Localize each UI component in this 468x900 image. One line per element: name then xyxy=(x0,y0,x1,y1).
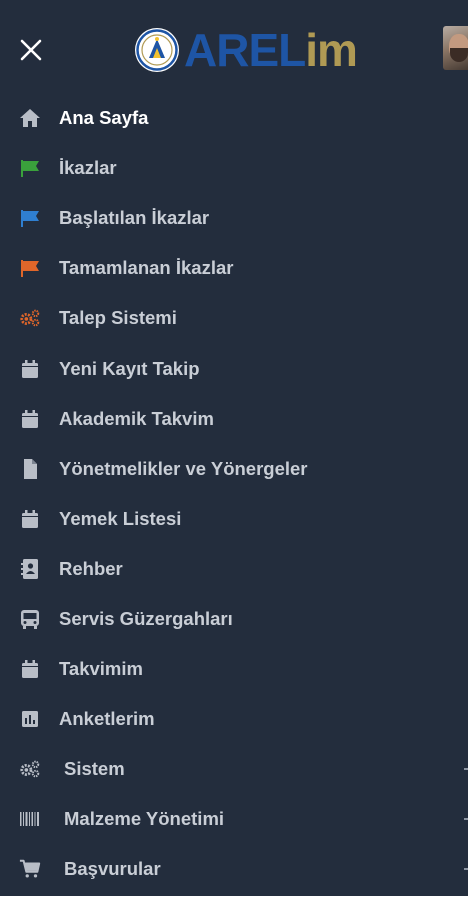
menu-item-yemek-listesi[interactable]: Yemek Listesi xyxy=(0,494,468,544)
menu-item-label: Yönetmelikler ve Yönergeler xyxy=(59,457,308,479)
menu-item-label: Takvimim xyxy=(59,658,143,680)
close-icon xyxy=(20,39,42,61)
side-drawer: ARELim Ana Sayfa İkazlar Başlatılan İkaz… xyxy=(0,0,468,896)
cart-icon xyxy=(19,858,41,880)
file-icon xyxy=(19,458,41,480)
menu-item-label: Tamamlanan İkazlar xyxy=(59,257,234,279)
drawer-header: ARELim xyxy=(0,0,468,100)
menu-item-yeni-kayit-takip[interactable]: Yeni Kayıt Takip xyxy=(0,343,468,393)
menu-item-akademik-takvim[interactable]: Akademik Takvim xyxy=(0,394,468,444)
home-icon xyxy=(19,107,41,129)
menu-item-label: Akademik Takvim xyxy=(59,407,214,429)
barcode-icon xyxy=(19,808,41,830)
bar-chart-icon xyxy=(19,708,41,730)
menu-item-tamamlanan-ikazlar[interactable]: Tamamlanan İkazlar xyxy=(0,243,468,293)
menu-item-malzeme-yonetimi[interactable]: Malzeme Yönetimi xyxy=(0,794,468,844)
menu-item-label: Ana Sayfa xyxy=(59,107,149,129)
menu-item-ana-sayfa[interactable]: Ana Sayfa xyxy=(0,93,468,143)
expand-indicator-icon xyxy=(464,768,468,771)
menu-item-basvurular[interactable]: Başvurular xyxy=(0,844,468,894)
user-avatar[interactable] xyxy=(443,26,468,70)
bus-icon xyxy=(19,608,41,630)
expand-indicator-icon xyxy=(464,868,468,871)
menu-item-label: Servis Güzergahları xyxy=(59,607,233,629)
cogs-icon xyxy=(19,307,41,329)
menu-item-ikazlar[interactable]: İkazlar xyxy=(0,143,468,193)
bottom-edge xyxy=(0,896,468,900)
calendar-icon xyxy=(19,508,41,530)
menu-item-takvimim[interactable]: Takvimim xyxy=(0,644,468,694)
menu-item-baslatilan-ikazlar[interactable]: Başlatılan İkazlar xyxy=(0,193,468,243)
menu-item-label: Talep Sistemi xyxy=(59,307,177,329)
logo-text-suffix: im xyxy=(305,24,358,76)
flag-icon xyxy=(19,257,41,279)
university-emblem-icon xyxy=(135,28,179,72)
menu-item-label: İkazlar xyxy=(59,157,117,179)
close-button[interactable] xyxy=(16,35,46,65)
menu-item-anketlerim[interactable]: Anketlerim xyxy=(0,694,468,744)
menu-item-label: Anketlerim xyxy=(59,708,155,730)
menu-item-talep-sistemi[interactable]: Talep Sistemi xyxy=(0,293,468,343)
contact-book-icon xyxy=(19,558,41,580)
expand-indicator-icon xyxy=(464,818,468,821)
navigation-menu: Ana Sayfa İkazlar Başlatılan İkazlar Tam… xyxy=(0,93,468,895)
menu-item-label: Yemek Listesi xyxy=(59,507,182,529)
menu-item-rehber[interactable]: Rehber xyxy=(0,544,468,594)
menu-item-yonetmelikler[interactable]: Yönetmelikler ve Yönergeler xyxy=(0,444,468,494)
flag-icon xyxy=(19,207,41,229)
arelim-logo: ARELim xyxy=(134,23,358,77)
menu-item-servis-guzergahlari[interactable]: Servis Güzergahları xyxy=(0,594,468,644)
flag-icon xyxy=(19,157,41,179)
menu-item-label: Sistem xyxy=(64,758,125,780)
menu-item-label: Başlatılan İkazlar xyxy=(59,207,210,229)
calendar-icon xyxy=(19,408,41,430)
calendar-icon xyxy=(19,358,41,380)
menu-item-label: Rehber xyxy=(59,557,123,579)
menu-item-sistem[interactable]: Sistem xyxy=(0,744,468,794)
menu-item-label: Malzeme Yönetimi xyxy=(64,808,225,830)
logo-wordmark: ARELim xyxy=(184,23,358,77)
logo-text-main: AREL xyxy=(184,24,306,76)
calendar-icon xyxy=(19,658,41,680)
menu-item-label: Başvurular xyxy=(64,858,161,880)
cogs-icon xyxy=(19,758,41,780)
menu-item-label: Yeni Kayıt Takip xyxy=(59,357,200,379)
